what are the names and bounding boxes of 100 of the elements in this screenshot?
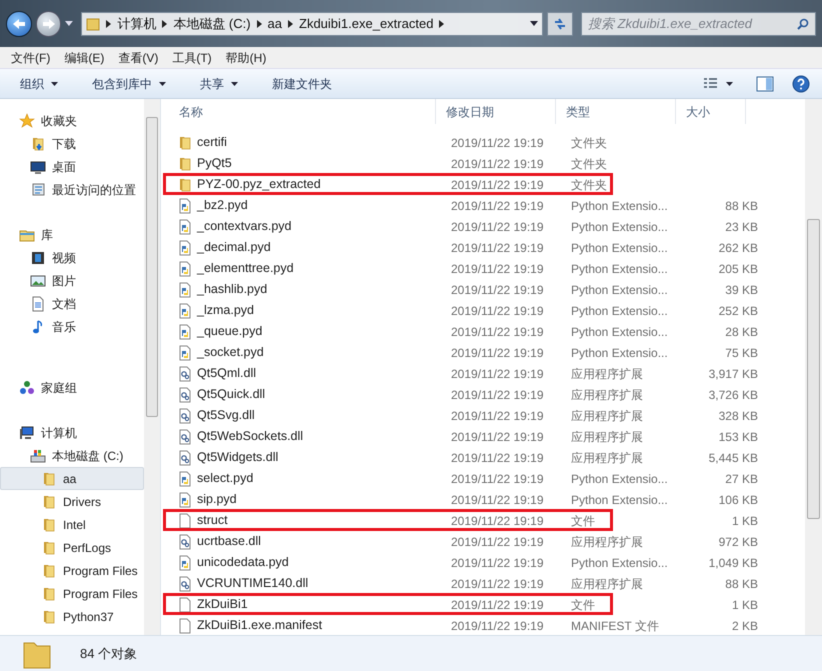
column-header[interactable]: 大小 [676,99,746,124]
preview-pane-icon[interactable] [756,76,774,92]
nav-item[interactable]: 计算机 [0,421,144,444]
menu-item[interactable]: 编辑(E) [57,48,112,66]
nav-item[interactable]: 最近访问的位置 [0,178,144,201]
settings-file-icon [177,428,193,444]
breadcrumb[interactable]: 本地磁盘 (C:) [173,14,251,34]
table-cell-text: 1,049 KB [708,554,758,572]
file-name[interactable]: VCRUNTIME140.dll [193,574,451,593]
folder-icon [41,516,57,532]
file-name[interactable]: Qt5Widgets.dll [193,448,451,467]
dropdown-caret-icon[interactable] [530,20,538,26]
nav-item[interactable]: 本地磁盘 (C:) [0,444,144,467]
nav-item[interactable]: 下载 [0,132,144,155]
file-name[interactable]: Qt5Svg.dll [193,406,451,425]
table-cell-text: 应用程序扩展 [571,450,644,466]
file-name[interactable]: ZkDuiBi1 [193,595,451,614]
nav-item[interactable]: PerfLogs [0,536,144,559]
file-name[interactable]: _decimal.pyd [193,238,451,257]
refresh-button[interactable] [547,12,573,36]
blank-file-icon [177,596,193,612]
table-cell-text: 106 KB [718,492,758,508]
file-name[interactable]: Qt5Quick.dll [193,385,451,404]
menu-item[interactable]: 工具(T) [165,48,219,66]
search-icon[interactable] [797,18,809,30]
file-name[interactable]: certifi [193,133,451,152]
table-cell-text: 2019/11/22 19:19 [451,386,545,404]
file-name[interactable]: _lzma.pyd [193,301,451,320]
menu-item[interactable]: 帮助(H) [218,48,274,66]
table-cell-text: 262 KB [718,240,758,256]
file-name[interactable]: PyQt5 [193,154,451,173]
file-name[interactable]: sip.pyd [193,490,451,509]
toolbar-button[interactable]: 包含到库中 [84,72,174,94]
table-cell-text: Python Extensio... [571,282,669,298]
breadcrumb[interactable]: aa [268,14,282,34]
chevron-icon [439,20,444,28]
python-file-icon [177,218,193,234]
nav-item[interactable]: Intel [0,513,144,536]
nav-item[interactable]: aa [0,467,144,490]
nav-item[interactable]: Python37 [0,605,144,628]
breadcrumb[interactable]: Zkduibi1.exe_extracted [299,14,434,34]
table-cell-text: Python Extensio... [571,324,669,340]
settings-file-icon [177,386,193,402]
file-name[interactable]: ucrtbase.dll [193,532,451,551]
file-name[interactable]: select.pyd [193,469,451,488]
toolbar-button[interactable]: 组织 [12,72,66,94]
view-options-icon[interactable] [704,78,734,90]
history-caret-icon[interactable] [65,20,74,26]
file-name[interactable]: ZkDuiBi1.exe.manifest [193,616,451,635]
table-cell-text: 2019/11/22 19:19 [451,324,545,340]
breadcrumb[interactable]: 计算机 [117,14,156,34]
file-name[interactable]: _contextvars.pyd [193,217,451,236]
nav-item[interactable]: 家庭组 [0,376,144,399]
forward-button[interactable] [36,10,62,36]
nav-item[interactable]: Program Files [0,582,144,605]
nav-item[interactable]: 文档 [0,292,144,315]
toolbar-button[interactable]: 共享 [192,72,246,94]
python-file-icon [177,344,193,360]
file-name[interactable]: _queue.pyd [193,322,451,341]
file-name[interactable]: _hashlib.pyd [193,280,451,299]
nav-item[interactable]: 音乐 [0,315,144,338]
file-name[interactable]: _elementtree.pyd [193,259,451,278]
toolbar-button[interactable]: 新建文件夹 [264,72,340,94]
scrollbar[interactable] [805,99,822,635]
nav-item[interactable]: 桌面 [0,155,144,178]
column-header[interactable]: 类型 [556,99,676,124]
address-bar[interactable]: 计算机 本地磁盘 (C:) aa Zkduibi1.exe_extracted [81,12,544,36]
column-header[interactable]: 修改日期 [436,99,556,124]
file-name[interactable]: _socket.pyd [193,343,451,362]
column-header[interactable]: 名称 [169,99,436,124]
folder-icon [177,156,193,172]
help-icon[interactable] [792,74,810,92]
file-name[interactable]: Qt5Qml.dll [193,364,451,383]
refresh-icon [553,18,568,30]
file-name[interactable]: unicodedata.pyd [193,553,451,572]
nav-item[interactable]: Drivers [0,490,144,513]
chevron-icon [256,20,262,28]
nav-item[interactable]: Program Files [0,559,144,582]
computer-icon [19,424,35,440]
folder-icon [41,608,57,624]
menu-item[interactable]: 查看(V) [111,48,166,66]
nav-item[interactable]: 图片 [0,269,144,292]
file-name[interactable]: _bz2.pyd [193,196,451,215]
table-cell-text: 2019/11/22 19:19 [451,218,545,236]
search-field[interactable]: 搜索 Zkduibi1.exe_extracted [580,12,816,36]
picture-icon [30,272,46,288]
folder-icon [177,134,193,150]
nav-item[interactable]: 库 [0,223,144,246]
python-file-icon [177,492,193,508]
file-name[interactable]: struct [193,511,451,530]
file-name[interactable]: Qt5WebSockets.dll [193,427,451,446]
nav-item[interactable]: 收藏夹 [0,109,144,132]
scrollbar[interactable] [144,99,160,635]
menu-item[interactable]: 文件(F) [4,48,58,66]
nav-item[interactable]: 视频 [0,246,144,269]
table-cell-text: 应用程序扩展 [571,428,644,446]
back-button[interactable] [6,10,32,36]
table-cell-text: 应用程序扩展 [571,408,644,424]
file-name[interactable]: PYZ-00.pyz_extracted [193,175,451,194]
python-file-icon [177,554,193,570]
